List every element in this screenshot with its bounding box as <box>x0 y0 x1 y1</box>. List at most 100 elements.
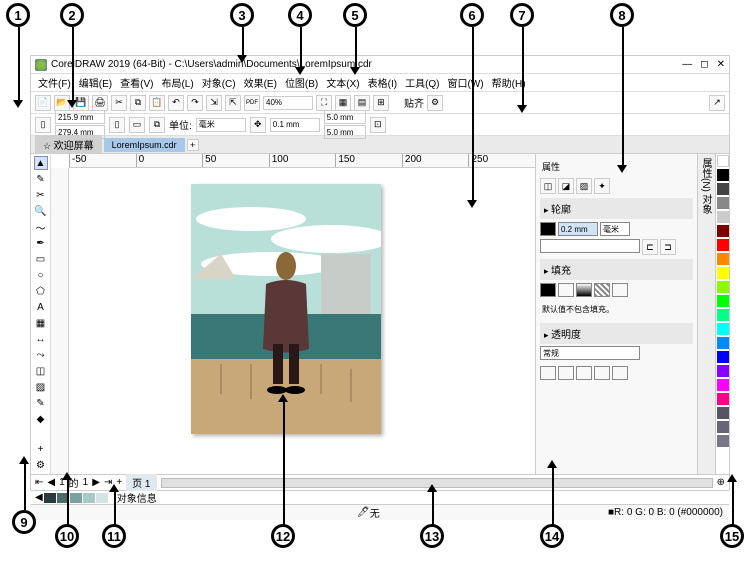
trans-none-icon[interactable] <box>540 366 556 380</box>
doc-palette-color[interactable] <box>44 493 56 503</box>
outline-color-swatch[interactable] <box>540 222 556 236</box>
palette-color[interactable] <box>717 309 729 321</box>
shape-tool-icon[interactable]: ✎ <box>34 172 48 186</box>
all-pages-icon[interactable]: ⧉ <box>149 117 165 133</box>
fill-pattern-icon[interactable] <box>594 283 610 297</box>
connector-tool-icon[interactable]: ⤳ <box>34 348 48 362</box>
palette-color[interactable] <box>717 407 729 419</box>
page-layout-icon[interactable]: ▯ <box>35 117 51 133</box>
palette-color[interactable] <box>717 253 729 265</box>
palette-color[interactable] <box>717 337 729 349</box>
page-tab[interactable]: 页 1 <box>126 474 156 491</box>
trans-tab-icon[interactable]: ▨ <box>576 178 592 194</box>
fill-none-icon[interactable] <box>540 283 556 297</box>
palette-color[interactable] <box>717 295 729 307</box>
palette-color[interactable] <box>717 239 729 251</box>
navigator-icon[interactable]: ⊕ <box>717 477 725 488</box>
dup-y-input[interactable]: 5.0 mm <box>324 125 366 139</box>
nudge-input[interactable]: 0.1 mm <box>270 118 320 132</box>
trans-uniform-icon[interactable] <box>558 366 574 380</box>
ellipse-tool-icon[interactable]: ○ <box>34 268 48 282</box>
trans-texture-icon[interactable] <box>612 366 628 380</box>
palette-color[interactable] <box>717 323 729 335</box>
palette-color[interactable] <box>717 281 729 293</box>
nudge-icon[interactable]: ✥ <box>250 117 266 133</box>
landscape-icon[interactable]: ▭ <box>129 117 145 133</box>
fill-tool-icon[interactable]: ◆ <box>34 412 48 426</box>
docker-tab-objects[interactable]: 对象 <box>700 194 711 214</box>
grid-icon[interactable]: ▦ <box>335 95 351 111</box>
units-combo[interactable]: 毫米 <box>196 118 246 132</box>
palette-color[interactable] <box>717 379 729 391</box>
pick-tool-icon[interactable]: ▲ <box>34 156 48 170</box>
doc-palette-color[interactable] <box>70 493 82 503</box>
palette-color[interactable] <box>717 183 729 195</box>
add-tool-icon[interactable]: + <box>34 442 48 456</box>
freehand-tool-icon[interactable]: ～ <box>34 220 48 234</box>
palette-color[interactable] <box>717 421 729 433</box>
fill-texture-icon[interactable] <box>612 283 628 297</box>
pdf-icon[interactable]: PDF <box>244 95 260 111</box>
cut-icon[interactable]: ✂ <box>111 95 127 111</box>
print-icon[interactable]: 🖨 <box>92 95 108 111</box>
trans-header[interactable]: ▸ 透明度 <box>540 323 693 344</box>
page-next-icon[interactable]: ▶ <box>92 477 100 488</box>
ruler-horizontal[interactable]: -50050100150200250 <box>69 154 535 168</box>
dropshadow-tool-icon[interactable]: ◫ <box>34 364 48 378</box>
redo-icon[interactable]: ↷ <box>187 95 203 111</box>
crop-tool-icon[interactable]: ✂ <box>34 188 48 202</box>
menu-layout[interactable]: 布局(L) <box>158 75 196 90</box>
page-first-icon[interactable]: ⇤ <box>35 477 43 488</box>
launch-icon[interactable]: ↗ <box>709 95 725 111</box>
crop-icon[interactable]: ⊡ <box>370 117 386 133</box>
join-icon[interactable]: ⊐ <box>660 239 676 255</box>
minimize-icon[interactable]: — <box>682 59 692 70</box>
export-icon[interactable]: ⇱ <box>225 95 241 111</box>
menu-bitmap[interactable]: 位图(B) <box>282 75 321 90</box>
settings-tool-icon[interactable]: ⚙ <box>34 458 48 472</box>
new-icon[interactable]: 📄 <box>35 95 51 111</box>
fill-gradient-icon[interactable] <box>576 283 592 297</box>
palette-scroll-left-icon[interactable]: ◀ <box>35 492 43 503</box>
options-icon[interactable]: ⚙ <box>427 95 443 111</box>
undo-icon[interactable]: ↶ <box>168 95 184 111</box>
menu-view[interactable]: 查看(V) <box>117 75 156 90</box>
palette-color[interactable] <box>717 225 729 237</box>
rectangle-tool-icon[interactable]: ▭ <box>34 252 48 266</box>
eyedropper-tool-icon[interactable]: ✎ <box>34 396 48 410</box>
import-icon[interactable]: ⇲ <box>206 95 222 111</box>
palette-color[interactable] <box>717 393 729 405</box>
copy-icon[interactable]: ⧉ <box>130 95 146 111</box>
fill-tab-icon[interactable]: ◪ <box>558 178 574 194</box>
trans-pattern-icon[interactable] <box>594 366 610 380</box>
table-tool-icon[interactable]: ▦ <box>34 316 48 330</box>
polygon-tool-icon[interactable]: ⬠ <box>34 284 48 298</box>
outline-tab-icon[interactable]: ◫ <box>540 178 556 194</box>
outline-units[interactable]: 毫米 <box>600 222 630 236</box>
tab-document[interactable]: LoremIpsum.cdr <box>104 138 185 152</box>
palette-color[interactable] <box>717 351 729 363</box>
menu-tools[interactable]: 工具(Q) <box>402 75 442 90</box>
docker-tab-properties[interactable]: 属性(N) <box>700 158 711 192</box>
page-prev-icon[interactable]: ◀ <box>47 477 55 488</box>
outline-style-combo[interactable] <box>540 239 640 253</box>
palette-color[interactable] <box>717 197 729 209</box>
outline-header[interactable]: ▸ 轮廓 <box>540 198 693 219</box>
trans-fountain-icon[interactable] <box>576 366 592 380</box>
dup-x-input[interactable]: 5.0 mm <box>324 110 366 124</box>
guides-icon[interactable]: ▤ <box>354 95 370 111</box>
fill-solid-icon[interactable] <box>558 283 574 297</box>
dimension-tool-icon[interactable]: ↔ <box>34 332 48 346</box>
menu-effects[interactable]: 效果(E) <box>241 75 280 90</box>
text-tool-icon[interactable]: A <box>34 300 48 314</box>
paste-icon[interactable]: 📋 <box>149 95 165 111</box>
doc-palette-color[interactable] <box>83 493 95 503</box>
fullscreen-icon[interactable]: ⛶ <box>316 95 332 111</box>
palette-color[interactable] <box>717 435 729 447</box>
palette-color[interactable] <box>717 211 729 223</box>
maximize-icon[interactable]: ◻ <box>700 59 708 70</box>
zoom-combo[interactable]: 40% <box>263 96 313 110</box>
page-width-input[interactable]: 215.9 mm <box>55 110 105 124</box>
menu-window[interactable]: 窗口(W) <box>445 75 487 90</box>
add-tab-icon[interactable]: + <box>187 139 199 151</box>
